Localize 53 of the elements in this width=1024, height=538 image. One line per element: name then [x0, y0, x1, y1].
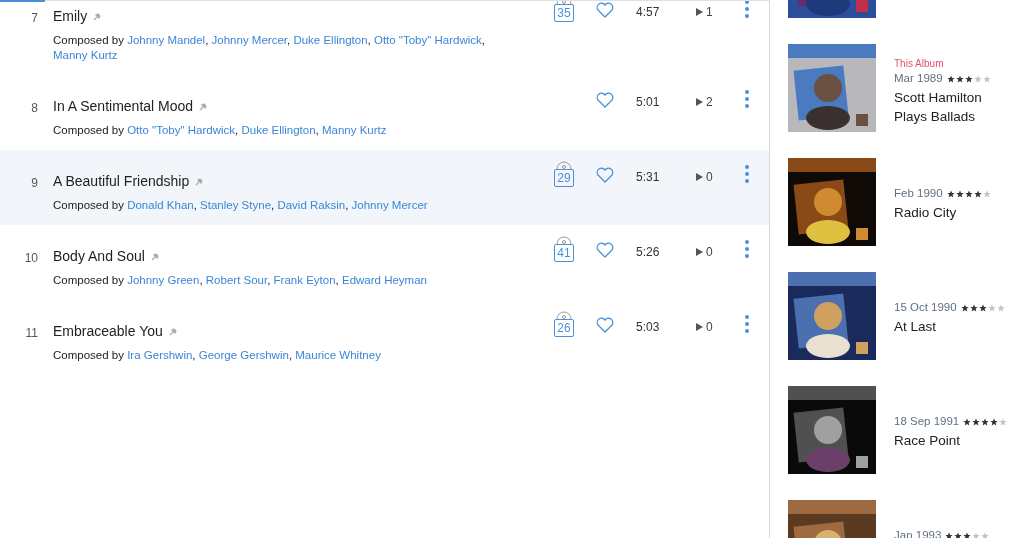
composer-link[interactable]: Manny Kurtz [322, 124, 387, 136]
composer-credits: Composed by Johnny Green, Robert Sour, Frank Eyton, Edward Heyman [53, 273, 428, 288]
composer-link[interactable]: Maurice Whitney [295, 349, 381, 361]
track-row[interactable]: 9 A Beautiful Friendship Composed by Donald Khan, Stanley Styne, David Raksin, Johnny Mercer 29 5:31 0 [0, 150, 769, 225]
composer-link[interactable]: Otto "Toby" Hardwick [373, 34, 482, 46]
track-duration: 5:01 [636, 94, 661, 111]
composer-link[interactable]: Johnny Mercer [351, 199, 428, 211]
disc-number: 41 [554, 244, 574, 262]
play-count: 2 [706, 94, 713, 111]
album-date: Mar 1989 [894, 71, 943, 86]
play-count: 1 [706, 4, 713, 21]
composer-link[interactable]: Frank Eyton [273, 274, 336, 286]
track-number: 7 [30, 10, 39, 27]
disc-number: 29 [554, 169, 574, 187]
composer-link[interactable]: Stanley Styne [200, 199, 272, 211]
play-count: 0 [706, 169, 713, 186]
track-duration: 5:31 [636, 169, 661, 186]
composer-link[interactable]: Duke Ellington [241, 124, 316, 136]
disc-number: 26 [554, 319, 574, 337]
track-duration: 4:57 [636, 4, 661, 21]
track-duration: 5:26 [636, 244, 661, 261]
composer-link[interactable]: Johnny Mercer [211, 34, 287, 46]
track-title: A Beautiful Friendship [53, 172, 190, 191]
composer-link[interactable]: Donald Khan [127, 199, 194, 211]
play-count: 0 [706, 244, 713, 261]
play-count: 0 [706, 319, 713, 336]
track-number: 9 [30, 175, 39, 192]
album-title[interactable]: At Last [894, 317, 1004, 337]
album-date: 18 Sep 1991 [894, 414, 960, 429]
composer-credits: Composed by Otto "Toby" Hardwick, Duke Ellington, Manny Kurtz [53, 123, 388, 138]
track-number: 10 [23, 250, 39, 267]
track-title: Emily [53, 7, 88, 26]
composer-link[interactable]: Manny Kurtz [53, 49, 118, 61]
composer-link[interactable]: George Gershwin [198, 349, 289, 361]
track-title: In A Sentimental Mood [53, 97, 194, 116]
composer-credits: Composed by Ira Gershwin, George Gershwin, Maurice Whitney [53, 348, 382, 363]
track-number: 8 [30, 100, 39, 117]
album-date: Feb 1990 [894, 186, 943, 201]
composer-link[interactable]: Duke Ellington [293, 34, 368, 46]
album-title[interactable]: Race Point [894, 431, 1004, 451]
track-title: Body And Soul [53, 247, 145, 266]
track-number: 11 [24, 325, 39, 342]
album-title[interactable]: Scott Hamilton Plays Ballads [894, 88, 1004, 127]
track-title: Embraceable You [53, 322, 163, 341]
album-label: This Album [894, 57, 945, 70]
album-title[interactable]: Radio City [894, 203, 991, 223]
composer-link[interactable]: Robert Sour [205, 274, 268, 286]
track-duration: 5:03 [636, 319, 661, 336]
composer-credits: Composed by Johnny Mandel, Johnny Mercer, Duke Ellington, Otto "Toby" Hardwick, Manny Kurtz [53, 33, 486, 63]
composer-credits: Composed by Donald Khan, Stanley Styne, David Raksin, Johnny Mercer [53, 198, 429, 213]
composer-link[interactable]: Edward Heyman [341, 274, 427, 286]
disc-number: 35 [554, 4, 574, 22]
album-date: 15 Oct 1990 [894, 300, 957, 315]
